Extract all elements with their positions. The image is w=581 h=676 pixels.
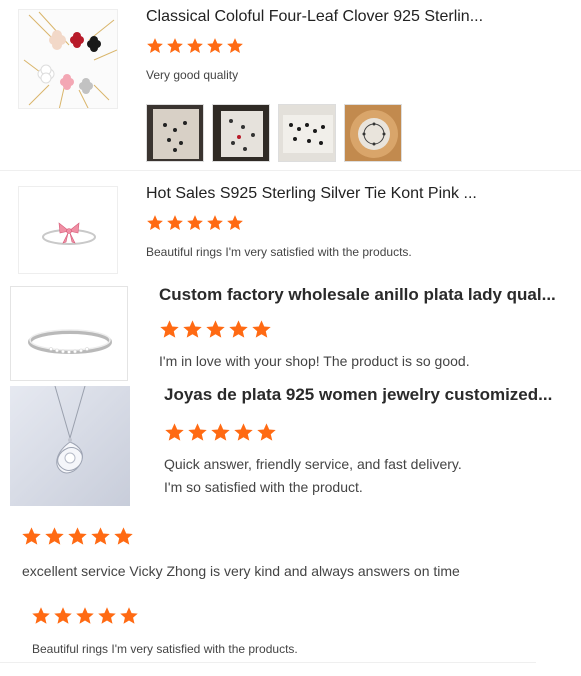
review-photo[interactable] [212,104,270,162]
star-icon [210,422,231,443]
star-icon [182,319,203,340]
product-title[interactable]: Classical Coloful Four-Leaf Clover 925 S… [146,8,566,26]
photo-image [283,115,333,153]
star-icon [226,214,244,232]
star-icon [113,526,134,547]
review-comment-line-1: Quick answer, friendly service, and fast… [164,456,462,472]
star-rating [146,37,244,55]
star-icon [251,319,272,340]
review-comment: excellent service Vicky Zhong is very ki… [22,563,460,579]
star-icon [187,422,208,443]
star-icon [67,526,88,547]
star-icon [205,319,226,340]
star-icon [146,37,164,55]
star-icon [53,606,73,626]
review-comment: Beautiful rings I'm very satisfied with … [32,642,298,656]
clover-necklace-image [19,10,117,108]
star-icon [31,606,51,626]
divider [0,662,536,663]
photo-image [153,109,199,159]
product-thumbnail-bow-ring[interactable] [18,186,118,274]
star-icon [256,422,277,443]
product-thumbnail-band-ring[interactable] [10,286,128,381]
product-thumbnail-clover-necklace[interactable] [18,9,118,109]
review-comment: Very good quality [146,68,239,82]
divider [0,170,581,171]
star-icon [186,214,204,232]
product-thumbnail-pendant[interactable] [10,386,130,506]
product-title[interactable]: Custom factory wholesale anillo plata la… [159,285,569,305]
star-icon [166,37,184,55]
star-icon [119,606,139,626]
star-icon [97,606,117,626]
star-rating [164,422,277,443]
star-icon [233,422,254,443]
star-icon [90,526,111,547]
star-icon [75,606,95,626]
product-title[interactable]: Joyas de plata 925 women jewelry customi… [164,385,574,405]
review-photo[interactable] [344,104,402,162]
star-icon [226,37,244,55]
silver-band-ring-image [11,287,127,380]
star-rating [21,526,134,547]
bow-ring-image [19,187,117,273]
star-icon [186,37,204,55]
review-photo[interactable] [146,104,204,162]
star-icon [228,319,249,340]
product-title[interactable]: Hot Sales S925 Sterling Silver Tie Kont … [146,185,566,203]
star-icon [206,37,224,55]
star-icon [146,214,164,232]
review-comment: Beautiful rings I'm very satisfied with … [146,245,412,259]
review-comment: I'm in love with your shop! The product … [159,353,470,369]
review-comment-line-2: I'm so satisfied with the product. [164,479,363,495]
star-icon [164,422,185,443]
star-icon [44,526,65,547]
star-rating [159,319,272,340]
star-icon [159,319,180,340]
star-icon [21,526,42,547]
star-icon [206,214,224,232]
photo-image [350,110,398,158]
silver-pendant-image [10,386,130,506]
star-rating [146,214,244,232]
star-icon [166,214,184,232]
review-photo[interactable] [278,104,336,162]
photo-image [221,111,263,157]
star-rating [31,606,139,626]
